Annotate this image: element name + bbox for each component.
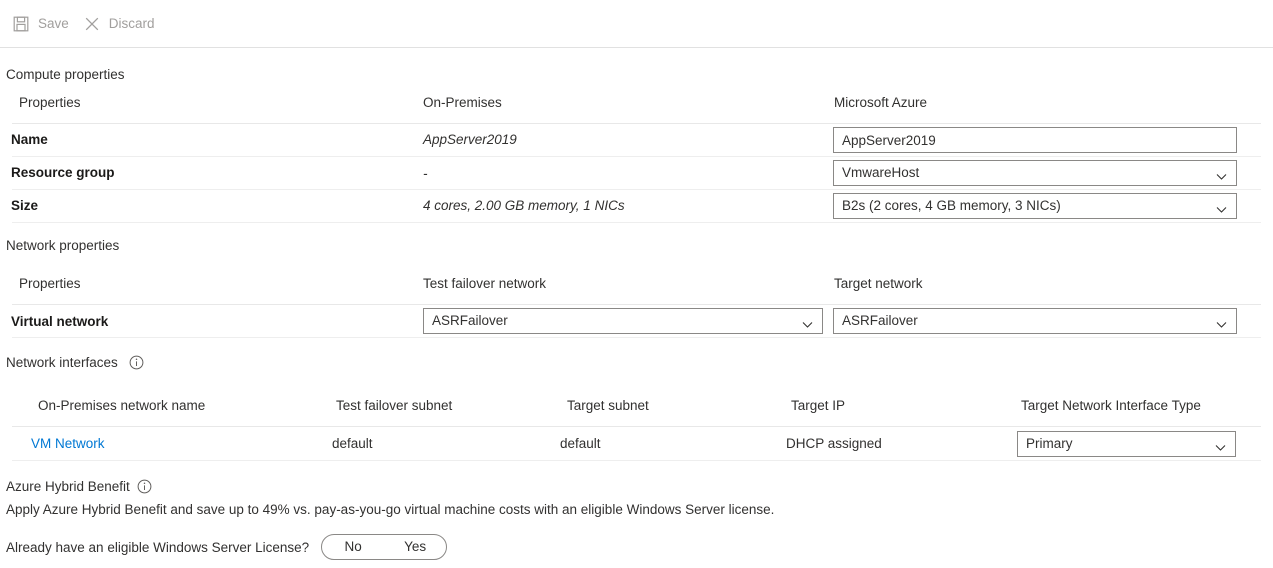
discard-button-label: Discard bbox=[108, 16, 155, 31]
nics-header-target-ip: Target IP bbox=[791, 398, 846, 413]
network-row-label: Virtual network bbox=[11, 314, 109, 329]
target-network-value: ASRFailover bbox=[842, 313, 918, 328]
table-row: VM Network default default DHCP assigned… bbox=[12, 427, 1261, 461]
nics-header-name: On-Premises network name bbox=[38, 398, 206, 413]
azure-size-select[interactable]: B2s (2 cores, 4 GB memory, 3 NICs) bbox=[833, 193, 1237, 219]
network-header-test-failover: Test failover network bbox=[423, 276, 547, 291]
compute-table-header: Properties On-Premises Microsoft Azure bbox=[12, 95, 1261, 124]
compute-header-on-premises: On-Premises bbox=[423, 95, 502, 110]
azure-resource-group-value: VmwareHost bbox=[842, 165, 920, 180]
hybrid-benefit-question: Already have an eligible Windows Server … bbox=[6, 539, 310, 555]
azure-hybrid-benefit-heading-group: Azure Hybrid Benefit bbox=[0, 479, 152, 494]
command-bar: Save Discard bbox=[0, 0, 1273, 48]
nic-type-select[interactable]: Primary bbox=[1017, 431, 1236, 457]
nics-header-nic-type: Target Network Interface Type bbox=[1021, 398, 1201, 413]
network-header-properties: Properties bbox=[19, 276, 81, 291]
compute-properties-heading: Compute properties bbox=[6, 67, 125, 82]
azure-size-value: B2s (2 cores, 4 GB memory, 3 NICs) bbox=[842, 198, 1061, 213]
license-toggle-option-yes[interactable]: Yes bbox=[384, 536, 446, 558]
compute-row-on-prem: AppServer2019 bbox=[423, 132, 517, 147]
license-toggle-option-no[interactable]: No bbox=[322, 536, 384, 558]
azure-hybrid-benefit-description: Apply Azure Hybrid Benefit and save up t… bbox=[6, 502, 775, 517]
hybrid-benefit-license-row: Already have an eligible Windows Server … bbox=[0, 534, 448, 560]
chevron-down-icon bbox=[1214, 438, 1227, 451]
compute-row-on-prem: - bbox=[423, 166, 428, 181]
nic-target-subnet-value: default bbox=[560, 436, 601, 451]
network-header-target: Target network bbox=[834, 276, 923, 291]
nics-table-header: On-Premises network name Test failover s… bbox=[12, 398, 1261, 427]
nic-test-subnet-value: default bbox=[332, 436, 373, 451]
chevron-down-icon bbox=[801, 315, 814, 328]
discard-button[interactable]: Discard bbox=[79, 11, 165, 37]
compute-row-label: Resource group bbox=[11, 165, 115, 180]
close-x-icon bbox=[83, 15, 101, 33]
chevron-down-icon bbox=[1215, 200, 1228, 213]
table-row: Name AppServer2019 bbox=[11, 124, 1261, 157]
network-interfaces-heading-group: Network interfaces bbox=[0, 355, 144, 370]
compute-row-label: Size bbox=[11, 198, 39, 213]
table-row: Size 4 cores, 2.00 GB memory, 1 NICs B2s… bbox=[11, 190, 1261, 223]
azure-resource-group-select[interactable]: VmwareHost bbox=[833, 160, 1237, 186]
target-network-select[interactable]: ASRFailover bbox=[833, 308, 1237, 334]
save-floppy-icon bbox=[12, 15, 30, 33]
nics-header-target-subnet: Target subnet bbox=[567, 398, 649, 413]
compute-header-azure: Microsoft Azure bbox=[834, 95, 928, 110]
network-properties-heading: Network properties bbox=[6, 238, 120, 253]
compute-row-on-prem: 4 cores, 2.00 GB memory, 1 NICs bbox=[423, 198, 625, 213]
info-circle-icon[interactable] bbox=[137, 479, 152, 494]
chevron-down-icon bbox=[1215, 315, 1228, 328]
test-failover-network-value: ASRFailover bbox=[432, 313, 508, 328]
nic-target-ip-value: DHCP assigned bbox=[786, 436, 882, 451]
test-failover-network-select[interactable]: ASRFailover bbox=[423, 308, 823, 334]
table-row: Resource group - VmwareHost bbox=[11, 157, 1261, 190]
save-button[interactable]: Save bbox=[8, 11, 79, 37]
network-interfaces-table: On-Premises network name Test failover s… bbox=[12, 398, 1261, 461]
nic-name-link[interactable]: VM Network bbox=[31, 436, 105, 451]
azure-name-input[interactable] bbox=[833, 127, 1237, 153]
chevron-down-icon bbox=[1215, 167, 1228, 180]
save-button-label: Save bbox=[38, 16, 69, 31]
network-properties-table: Properties Test failover network Target … bbox=[11, 276, 1261, 338]
network-interfaces-heading: Network interfaces bbox=[6, 354, 118, 370]
compute-row-label: Name bbox=[11, 132, 48, 147]
nics-header-test-subnet: Test failover subnet bbox=[336, 398, 453, 413]
nic-type-value: Primary bbox=[1026, 436, 1073, 451]
info-circle-icon[interactable] bbox=[129, 355, 144, 370]
vm-compute-network-properties-page: Save Discard Compute properties Properti… bbox=[0, 0, 1273, 568]
compute-header-properties: Properties bbox=[19, 95, 81, 110]
network-table-header: Properties Test failover network Target … bbox=[12, 276, 1261, 305]
compute-properties-table: Properties On-Premises Microsoft Azure N… bbox=[11, 95, 1261, 223]
azure-hybrid-benefit-heading: Azure Hybrid Benefit bbox=[6, 478, 130, 494]
table-row: Virtual network ASRFailover ASRFailover bbox=[11, 305, 1261, 338]
license-toggle[interactable]: No Yes bbox=[321, 534, 448, 560]
